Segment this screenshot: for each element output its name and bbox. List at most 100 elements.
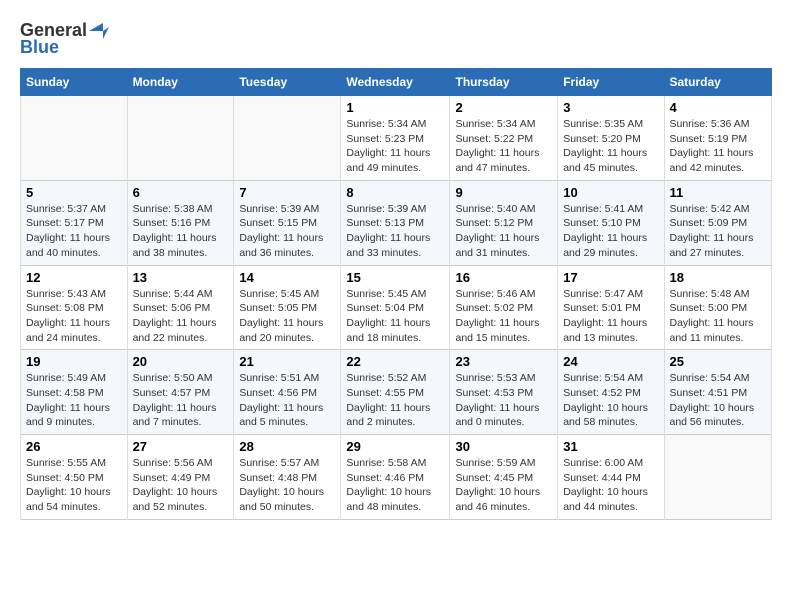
day-number: 28 [239,439,335,454]
calendar-cell: 15 Sunrise: 5:45 AMSunset: 5:04 PMDayligh… [341,265,450,350]
calendar-cell: 18Sunrise: 5:48 AMSunset: 5:00 PMDayligh… [664,265,772,350]
day-info: Sunrise: 5:54 AMSunset: 4:51 PMDaylight:… [670,371,767,430]
calendar-cell: 16Sunrise: 5:46 AMSunset: 5:02 PMDayligh… [450,265,558,350]
calendar-cell: 23 Sunrise: 5:53 AMSunset: 4:53 PMDayligh… [450,350,558,435]
calendar-table: SundayMondayTuesdayWednesdayThursdayFrid… [20,68,772,520]
day-info: Sunrise: 6:00 AMSunset: 4:44 PMDaylight:… [563,456,658,515]
page-header: General Blue [20,20,772,58]
column-header-sunday: Sunday [21,69,128,96]
day-info: Sunrise: 5:44 AMSunset: 5:06 PMDaylight:… [133,287,229,346]
logo-graphic: General Blue [20,20,109,58]
calendar-cell: 26Sunrise: 5:55 AMSunset: 4:50 PMDayligh… [21,435,128,520]
calendar-cell: 7 Sunrise: 5:39 AMSunset: 5:15 PMDaylight… [234,180,341,265]
calendar-cell: 19Sunrise: 5:49 AMSunset: 4:58 PMDayligh… [21,350,128,435]
day-info: Sunrise: 5:57 AMSunset: 4:48 PMDaylight:… [239,456,335,515]
calendar-cell: 12Sunrise: 5:43 AMSunset: 5:08 PMDayligh… [21,265,128,350]
calendar-week-row: 5 Sunrise: 5:37 AMSunset: 5:17 PMDaylight… [21,180,772,265]
calendar-cell: 1Sunrise: 5:34 AMSunset: 5:23 PMDaylight… [341,96,450,181]
day-info: Sunrise: 5:41 AMSunset: 5:10 PMDaylight:… [563,202,658,261]
calendar-cell: 17Sunrise: 5:47 AMSunset: 5:01 PMDayligh… [558,265,664,350]
calendar-cell: 14 Sunrise: 5:45 AMSunset: 5:05 PMDayligh… [234,265,341,350]
calendar-cell [664,435,772,520]
day-number: 20 [133,354,229,369]
day-info: Sunrise: 5:39 AMSunset: 5:13 PMDaylight:… [346,202,444,261]
calendar-week-row: 1Sunrise: 5:34 AMSunset: 5:23 PMDaylight… [21,96,772,181]
calendar-cell [127,96,234,181]
day-number: 11 [670,185,767,200]
day-info: Sunrise: 5:37 AMSunset: 5:17 PMDaylight:… [26,202,122,261]
day-number: 13 [133,270,229,285]
column-header-friday: Friday [558,69,664,96]
column-header-thursday: Thursday [450,69,558,96]
day-number: 27 [133,439,229,454]
day-number: 9 [455,185,552,200]
calendar-cell: 5 Sunrise: 5:37 AMSunset: 5:17 PMDaylight… [21,180,128,265]
column-header-monday: Monday [127,69,234,96]
logo-bird-icon [89,23,109,39]
day-info: Sunrise: 5:38 AMSunset: 5:16 PMDaylight:… [133,202,229,261]
day-number: 14 [239,270,335,285]
day-number: 23 [455,354,552,369]
day-info: Sunrise: 5:59 AMSunset: 4:45 PMDaylight:… [455,456,552,515]
day-number: 30 [455,439,552,454]
calendar-cell: 10 Sunrise: 5:41 AMSunset: 5:10 PMDayligh… [558,180,664,265]
calendar-cell: 31 Sunrise: 6:00 AMSunset: 4:44 PMDayligh… [558,435,664,520]
column-header-saturday: Saturday [664,69,772,96]
logo-blue: Blue [20,37,59,58]
day-number: 21 [239,354,335,369]
calendar-cell: 4 Sunrise: 5:36 AMSunset: 5:19 PMDaylight… [664,96,772,181]
day-number: 12 [26,270,122,285]
calendar-cell: 27 Sunrise: 5:56 AMSunset: 4:49 PMDayligh… [127,435,234,520]
day-number: 8 [346,185,444,200]
day-number: 4 [670,100,767,115]
calendar-cell: 6 Sunrise: 5:38 AMSunset: 5:16 PMDaylight… [127,180,234,265]
day-number: 15 [346,270,444,285]
day-number: 17 [563,270,658,285]
column-header-wednesday: Wednesday [341,69,450,96]
calendar-week-row: 19Sunrise: 5:49 AMSunset: 4:58 PMDayligh… [21,350,772,435]
day-number: 7 [239,185,335,200]
day-info: Sunrise: 5:51 AMSunset: 4:56 PMDaylight:… [239,371,335,430]
calendar-cell: 20Sunrise: 5:50 AMSunset: 4:57 PMDayligh… [127,350,234,435]
calendar-cell: 9Sunrise: 5:40 AMSunset: 5:12 PMDaylight… [450,180,558,265]
day-number: 3 [563,100,658,115]
day-info: Sunrise: 5:45 AMSunset: 5:04 PMDaylight:… [346,287,444,346]
day-number: 25 [670,354,767,369]
logo: General Blue [20,20,109,58]
day-info: Sunrise: 5:53 AMSunset: 4:53 PMDaylight:… [455,371,552,430]
calendar-week-row: 12Sunrise: 5:43 AMSunset: 5:08 PMDayligh… [21,265,772,350]
calendar-cell: 2 Sunrise: 5:34 AMSunset: 5:22 PMDaylight… [450,96,558,181]
day-number: 5 [26,185,122,200]
calendar-cell: 13 Sunrise: 5:44 AMSunset: 5:06 PMDayligh… [127,265,234,350]
day-info: Sunrise: 5:34 AMSunset: 5:22 PMDaylight:… [455,117,552,176]
day-number: 31 [563,439,658,454]
calendar-cell: 3 Sunrise: 5:35 AMSunset: 5:20 PMDaylight… [558,96,664,181]
day-info: Sunrise: 5:36 AMSunset: 5:19 PMDaylight:… [670,117,767,176]
day-info: Sunrise: 5:55 AMSunset: 4:50 PMDaylight:… [26,456,122,515]
calendar-cell: 21 Sunrise: 5:51 AMSunset: 4:56 PMDayligh… [234,350,341,435]
day-number: 2 [455,100,552,115]
calendar-cell: 28 Sunrise: 5:57 AMSunset: 4:48 PMDayligh… [234,435,341,520]
day-info: Sunrise: 5:46 AMSunset: 5:02 PMDaylight:… [455,287,552,346]
day-info: Sunrise: 5:52 AMSunset: 4:55 PMDaylight:… [346,371,444,430]
day-info: Sunrise: 5:56 AMSunset: 4:49 PMDaylight:… [133,456,229,515]
day-info: Sunrise: 5:39 AMSunset: 5:15 PMDaylight:… [239,202,335,261]
day-info: Sunrise: 5:58 AMSunset: 4:46 PMDaylight:… [346,456,444,515]
day-number: 24 [563,354,658,369]
calendar-week-row: 26Sunrise: 5:55 AMSunset: 4:50 PMDayligh… [21,435,772,520]
column-header-tuesday: Tuesday [234,69,341,96]
calendar-cell: 22Sunrise: 5:52 AMSunset: 4:55 PMDayligh… [341,350,450,435]
day-info: Sunrise: 5:49 AMSunset: 4:58 PMDaylight:… [26,371,122,430]
day-info: Sunrise: 5:54 AMSunset: 4:52 PMDaylight:… [563,371,658,430]
day-number: 6 [133,185,229,200]
calendar-cell: 25 Sunrise: 5:54 AMSunset: 4:51 PMDayligh… [664,350,772,435]
calendar-cell: 8 Sunrise: 5:39 AMSunset: 5:13 PMDaylight… [341,180,450,265]
day-info: Sunrise: 5:35 AMSunset: 5:20 PMDaylight:… [563,117,658,176]
day-info: Sunrise: 5:45 AMSunset: 5:05 PMDaylight:… [239,287,335,346]
day-number: 18 [670,270,767,285]
calendar-cell [21,96,128,181]
calendar-cell: 24 Sunrise: 5:54 AMSunset: 4:52 PMDayligh… [558,350,664,435]
day-number: 10 [563,185,658,200]
calendar-cell: 30 Sunrise: 5:59 AMSunset: 4:45 PMDayligh… [450,435,558,520]
day-number: 1 [346,100,444,115]
